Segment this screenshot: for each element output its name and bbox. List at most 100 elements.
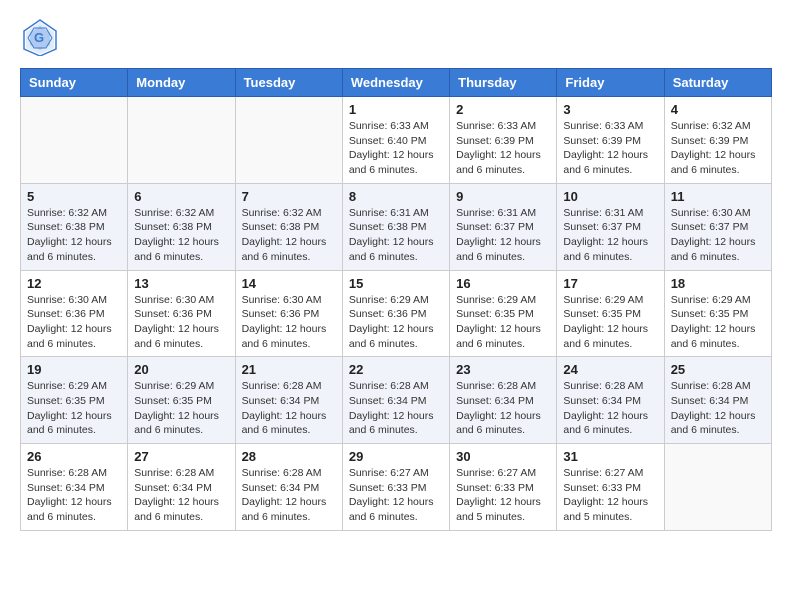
- day-number: 30: [456, 449, 550, 464]
- day-info: Sunrise: 6:28 AMSunset: 6:34 PMDaylight:…: [349, 379, 443, 438]
- calendar-day-20: 20 Sunrise: 6:29 AMSunset: 6:35 PMDayligh…: [128, 357, 235, 444]
- day-info: Sunrise: 6:33 AMSunset: 6:39 PMDaylight:…: [456, 119, 550, 178]
- day-info: Sunrise: 6:32 AMSunset: 6:39 PMDaylight:…: [671, 119, 765, 178]
- day-info: Sunrise: 6:27 AMSunset: 6:33 PMDaylight:…: [349, 466, 443, 525]
- calendar-day-2: 2 Sunrise: 6:33 AMSunset: 6:39 PMDaylight…: [450, 97, 557, 184]
- calendar-day-29: 29 Sunrise: 6:27 AMSunset: 6:33 PMDayligh…: [342, 444, 449, 531]
- day-number: 7: [242, 189, 336, 204]
- calendar-week-row: 12 Sunrise: 6:30 AMSunset: 6:36 PMDayligh…: [21, 270, 772, 357]
- day-info: Sunrise: 6:30 AMSunset: 6:36 PMDaylight:…: [134, 293, 228, 352]
- day-info: Sunrise: 6:33 AMSunset: 6:39 PMDaylight:…: [563, 119, 657, 178]
- day-number: 10: [563, 189, 657, 204]
- day-info: Sunrise: 6:29 AMSunset: 6:35 PMDaylight:…: [27, 379, 121, 438]
- day-number: 31: [563, 449, 657, 464]
- day-number: 23: [456, 362, 550, 377]
- day-number: 25: [671, 362, 765, 377]
- day-info: Sunrise: 6:29 AMSunset: 6:35 PMDaylight:…: [563, 293, 657, 352]
- logo: G: [20, 18, 62, 56]
- day-number: 8: [349, 189, 443, 204]
- col-header-sunday: Sunday: [21, 69, 128, 97]
- calendar-day-26: 26 Sunrise: 6:28 AMSunset: 6:34 PMDayligh…: [21, 444, 128, 531]
- day-info: Sunrise: 6:29 AMSunset: 6:35 PMDaylight:…: [134, 379, 228, 438]
- day-info: Sunrise: 6:31 AMSunset: 6:38 PMDaylight:…: [349, 206, 443, 265]
- calendar-day-21: 21 Sunrise: 6:28 AMSunset: 6:34 PMDayligh…: [235, 357, 342, 444]
- calendar-header-row: SundayMondayTuesdayWednesdayThursdayFrid…: [21, 69, 772, 97]
- day-info: Sunrise: 6:29 AMSunset: 6:35 PMDaylight:…: [671, 293, 765, 352]
- day-number: 14: [242, 276, 336, 291]
- col-header-monday: Monday: [128, 69, 235, 97]
- day-number: 5: [27, 189, 121, 204]
- calendar-day-22: 22 Sunrise: 6:28 AMSunset: 6:34 PMDayligh…: [342, 357, 449, 444]
- day-info: Sunrise: 6:28 AMSunset: 6:34 PMDaylight:…: [242, 466, 336, 525]
- day-info: Sunrise: 6:28 AMSunset: 6:34 PMDaylight:…: [27, 466, 121, 525]
- calendar-day-16: 16 Sunrise: 6:29 AMSunset: 6:35 PMDayligh…: [450, 270, 557, 357]
- day-number: 2: [456, 102, 550, 117]
- calendar-day-7: 7Sunrise: 6:32 AMSunset: 6:38 PMDaylight…: [235, 183, 342, 270]
- calendar-day-13: 13 Sunrise: 6:30 AMSunset: 6:36 PMDayligh…: [128, 270, 235, 357]
- day-number: 20: [134, 362, 228, 377]
- day-info: Sunrise: 6:31 AMSunset: 6:37 PMDaylight:…: [563, 206, 657, 265]
- calendar-day-10: 10 Sunrise: 6:31 AMSunset: 6:37 PMDayligh…: [557, 183, 664, 270]
- day-info: Sunrise: 6:28 AMSunset: 6:34 PMDaylight:…: [242, 379, 336, 438]
- calendar-week-row: 19 Sunrise: 6:29 AMSunset: 6:35 PMDayligh…: [21, 357, 772, 444]
- day-info: Sunrise: 6:27 AMSunset: 6:33 PMDaylight:…: [456, 466, 550, 525]
- day-number: 26: [27, 449, 121, 464]
- day-number: 12: [27, 276, 121, 291]
- logo-icon: G: [20, 18, 58, 56]
- day-info: Sunrise: 6:28 AMSunset: 6:34 PMDaylight:…: [563, 379, 657, 438]
- day-number: 13: [134, 276, 228, 291]
- day-info: Sunrise: 6:33 AMSunset: 6:40 PMDaylight:…: [349, 119, 443, 178]
- day-number: 19: [27, 362, 121, 377]
- calendar-table: SundayMondayTuesdayWednesdayThursdayFrid…: [20, 68, 772, 531]
- empty-cell: [128, 97, 235, 184]
- day-number: 22: [349, 362, 443, 377]
- svg-text:G: G: [34, 30, 44, 45]
- calendar-day-4: 4 Sunrise: 6:32 AMSunset: 6:39 PMDaylight…: [664, 97, 771, 184]
- day-info: Sunrise: 6:28 AMSunset: 6:34 PMDaylight:…: [456, 379, 550, 438]
- day-info: Sunrise: 6:31 AMSunset: 6:37 PMDaylight:…: [456, 206, 550, 265]
- col-header-friday: Friday: [557, 69, 664, 97]
- day-info: Sunrise: 6:32 AMSunset: 6:38 PMDaylight:…: [134, 206, 228, 265]
- calendar-day-8: 8 Sunrise: 6:31 AMSunset: 6:38 PMDaylight…: [342, 183, 449, 270]
- day-number: 1: [349, 102, 443, 117]
- calendar-day-17: 17 Sunrise: 6:29 AMSunset: 6:35 PMDayligh…: [557, 270, 664, 357]
- day-info: Sunrise: 6:27 AMSunset: 6:33 PMDaylight:…: [563, 466, 657, 525]
- calendar-day-15: 15Sunrise: 6:29 AMSunset: 6:36 PMDayligh…: [342, 270, 449, 357]
- day-number: 27: [134, 449, 228, 464]
- day-number: 29: [349, 449, 443, 464]
- day-number: 24: [563, 362, 657, 377]
- calendar-week-row: 26 Sunrise: 6:28 AMSunset: 6:34 PMDayligh…: [21, 444, 772, 531]
- calendar-week-row: 1 Sunrise: 6:33 AMSunset: 6:40 PMDaylight…: [21, 97, 772, 184]
- col-header-wednesday: Wednesday: [342, 69, 449, 97]
- calendar-week-row: 5 Sunrise: 6:32 AMSunset: 6:38 PMDaylight…: [21, 183, 772, 270]
- calendar-day-6: 6 Sunrise: 6:32 AMSunset: 6:38 PMDaylight…: [128, 183, 235, 270]
- day-info: Sunrise: 6:30 AMSunset: 6:36 PMDaylight:…: [27, 293, 121, 352]
- day-number: 6: [134, 189, 228, 204]
- calendar-day-27: 27 Sunrise: 6:28 AMSunset: 6:34 PMDayligh…: [128, 444, 235, 531]
- empty-cell: [235, 97, 342, 184]
- col-header-thursday: Thursday: [450, 69, 557, 97]
- day-number: 17: [563, 276, 657, 291]
- calendar-day-24: 24 Sunrise: 6:28 AMSunset: 6:34 PMDayligh…: [557, 357, 664, 444]
- calendar-day-12: 12 Sunrise: 6:30 AMSunset: 6:36 PMDayligh…: [21, 270, 128, 357]
- day-number: 21: [242, 362, 336, 377]
- day-info: Sunrise: 6:28 AMSunset: 6:34 PMDaylight:…: [671, 379, 765, 438]
- calendar-day-3: 3Sunrise: 6:33 AMSunset: 6:39 PMDaylight…: [557, 97, 664, 184]
- calendar-day-31: 31 Sunrise: 6:27 AMSunset: 6:33 PMDayligh…: [557, 444, 664, 531]
- day-number: 16: [456, 276, 550, 291]
- empty-cell: [21, 97, 128, 184]
- calendar-day-11: 11Sunrise: 6:30 AMSunset: 6:37 PMDayligh…: [664, 183, 771, 270]
- calendar-day-18: 18Sunrise: 6:29 AMSunset: 6:35 PMDayligh…: [664, 270, 771, 357]
- day-info: Sunrise: 6:30 AMSunset: 6:37 PMDaylight:…: [671, 206, 765, 265]
- day-info: Sunrise: 6:30 AMSunset: 6:36 PMDaylight:…: [242, 293, 336, 352]
- calendar-day-28: 28 Sunrise: 6:28 AMSunset: 6:34 PMDayligh…: [235, 444, 342, 531]
- calendar-page: G SundayMondayTuesdayWednesdayThursdayFr…: [0, 0, 792, 612]
- day-number: 28: [242, 449, 336, 464]
- calendar-day-1: 1 Sunrise: 6:33 AMSunset: 6:40 PMDaylight…: [342, 97, 449, 184]
- day-info: Sunrise: 6:28 AMSunset: 6:34 PMDaylight:…: [134, 466, 228, 525]
- day-number: 4: [671, 102, 765, 117]
- calendar-day-14: 14 Sunrise: 6:30 AMSunset: 6:36 PMDayligh…: [235, 270, 342, 357]
- day-info: Sunrise: 6:29 AMSunset: 6:35 PMDaylight:…: [456, 293, 550, 352]
- col-header-tuesday: Tuesday: [235, 69, 342, 97]
- col-header-saturday: Saturday: [664, 69, 771, 97]
